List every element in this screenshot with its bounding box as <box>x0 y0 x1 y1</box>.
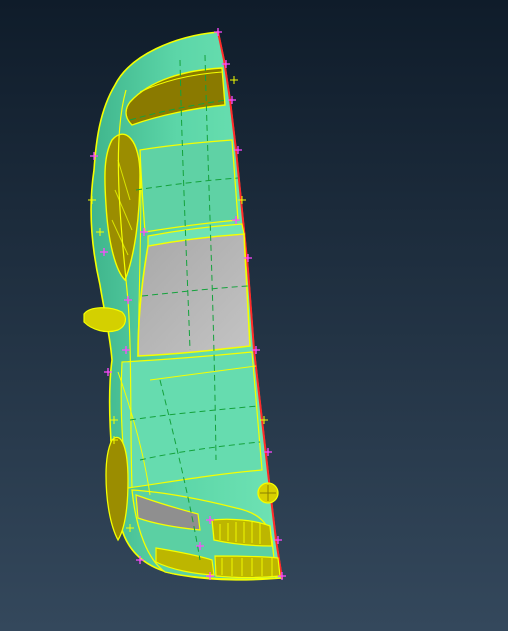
lower-grille[interactable] <box>214 555 281 579</box>
front-grille[interactable] <box>211 518 273 547</box>
hood-panel[interactable] <box>120 351 263 489</box>
viewport-canvas[interactable] <box>0 0 508 631</box>
rear-deck-panel[interactable] <box>139 139 239 233</box>
3d-viewport[interactable] <box>0 0 508 631</box>
